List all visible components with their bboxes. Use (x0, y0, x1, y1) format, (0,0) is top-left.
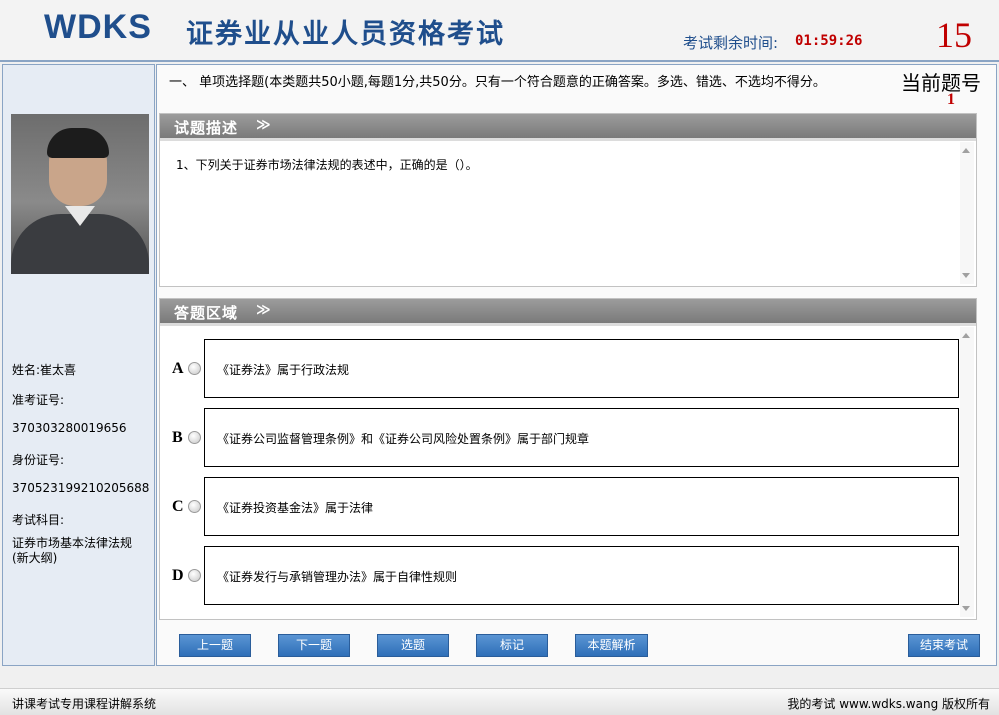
option-c-box[interactable]: 《证券投资基金法》属于法律 (204, 477, 959, 536)
section-instructions: 一、 单项选择题(本类题共50小题,每题1分,共50分。只有一个符合题意的正确答… (169, 75, 826, 90)
current-question-number: 1 (947, 91, 955, 108)
logo: WDKS (44, 8, 152, 46)
candidate-photo (11, 114, 149, 274)
option-letter: A (172, 360, 184, 377)
option-c-radio[interactable] (188, 500, 201, 513)
option-text: 《证券公司监督管理条例》和《证券公司风险处置条例》属于部门规章 (217, 432, 590, 446)
question-counter: 15 (936, 15, 972, 55)
question-pane-bar: 试题描述 ≫ (160, 114, 976, 138)
finish-exam-button[interactable]: 结束考试 (908, 634, 980, 657)
answer-pane-bar: 答题区域 ≫ (160, 299, 976, 323)
candidate-panel: 姓名:崔太喜 准考证号: 370303280019656 身份证号: 37052… (2, 64, 155, 666)
footer-copyright: 我的考试 www.wdks.wang 版权所有 (787, 697, 990, 711)
analysis-button[interactable]: 本题解析 (575, 634, 648, 657)
candidate-name-row: 姓名:崔太喜 (12, 361, 76, 378)
question-pane-title: 试题描述 (174, 119, 239, 137)
exam-id-label: 准考证号: (12, 393, 65, 407)
subject-value-line2: (新大纲) (12, 551, 58, 565)
next-question-button[interactable]: 下一题 (278, 634, 350, 657)
scroll-up-icon[interactable] (962, 333, 970, 338)
option-a[interactable]: A 《证券法》属于行政法规 (160, 339, 960, 399)
scroll-up-icon[interactable] (962, 148, 970, 153)
double-chevron-icon: ≫ (256, 302, 271, 318)
option-b-box[interactable]: 《证券公司监督管理条例》和《证券公司风险处置条例》属于部门规章 (204, 408, 959, 467)
footer-system-name: 讲课考试专用课程讲解系统 (12, 697, 157, 711)
option-letter: B (172, 429, 183, 446)
mark-button[interactable]: 标记 (476, 634, 548, 657)
option-d[interactable]: D 《证券发行与承销管理办法》属于自律性规则 (160, 546, 960, 606)
option-text: 《证券发行与承销管理办法》属于自律性规则 (217, 570, 458, 584)
option-a-radio[interactable] (188, 362, 201, 375)
exam-id-value: 370303280019656 (12, 421, 127, 435)
answer-pane: 答题区域 ≫ A 《证券法》属于行政法规 B 《证券公司监督管理条例》和《证券公… (159, 298, 977, 620)
footer-bar: 讲课考试专用课程讲解系统 我的考试 www.wdks.wang 版权所有 (0, 688, 999, 715)
option-a-box[interactable]: 《证券法》属于行政法规 (204, 339, 959, 398)
question-text: 1、下列关于证券市场法律法规的表述中，正确的是（）。 (176, 158, 478, 172)
current-question-label: 当前题号 (901, 71, 981, 95)
option-text: 《证券法》属于行政法规 (217, 363, 350, 377)
option-letter: C (172, 498, 184, 515)
system-title: 证券业从业人员资格考试 (186, 19, 505, 50)
candidate-name: 崔太喜 (40, 363, 77, 377)
option-d-box[interactable]: 《证券发行与承销管理办法》属于自律性规则 (204, 546, 959, 605)
prev-question-button[interactable]: 上一题 (179, 634, 251, 657)
double-chevron-icon: ≫ (256, 117, 271, 133)
answer-pane-title: 答题区域 (174, 304, 239, 322)
option-c[interactable]: C 《证券投资基金法》属于法律 (160, 477, 960, 537)
id-card-label: 身份证号: (12, 453, 65, 467)
scroll-down-icon[interactable] (962, 606, 970, 611)
question-scrollbar[interactable] (960, 142, 974, 284)
option-d-radio[interactable] (188, 569, 201, 582)
option-letter: D (172, 567, 184, 584)
select-question-button[interactable]: 选题 (377, 634, 449, 657)
id-card-value: 370523199210205688 (12, 481, 150, 495)
option-b-radio[interactable] (188, 431, 201, 444)
question-pane: 试题描述 ≫ 1、下列关于证券市场法律法规的表述中，正确的是（）。 (159, 113, 977, 287)
name-label: 姓名: (12, 363, 41, 377)
scroll-down-icon[interactable] (962, 273, 970, 278)
timer-value: 01:59:26 (795, 33, 863, 49)
option-b[interactable]: B 《证券公司监督管理条例》和《证券公司风险处置条例》属于部门规章 (160, 408, 960, 468)
answer-scrollbar[interactable] (960, 327, 974, 617)
subject-label: 考试科目: (12, 513, 65, 527)
timer-label: 考试剩余时间: (683, 34, 779, 52)
header-bar: WDKS 证券业从业人员资格考试 考试剩余时间: 01:59:26 15 (0, 0, 999, 62)
option-text: 《证券投资基金法》属于法律 (217, 501, 374, 515)
exam-main: 一、 单项选择题(本类题共50小题,每题1分,共50分。只有一个符合题意的正确答… (156, 64, 997, 666)
